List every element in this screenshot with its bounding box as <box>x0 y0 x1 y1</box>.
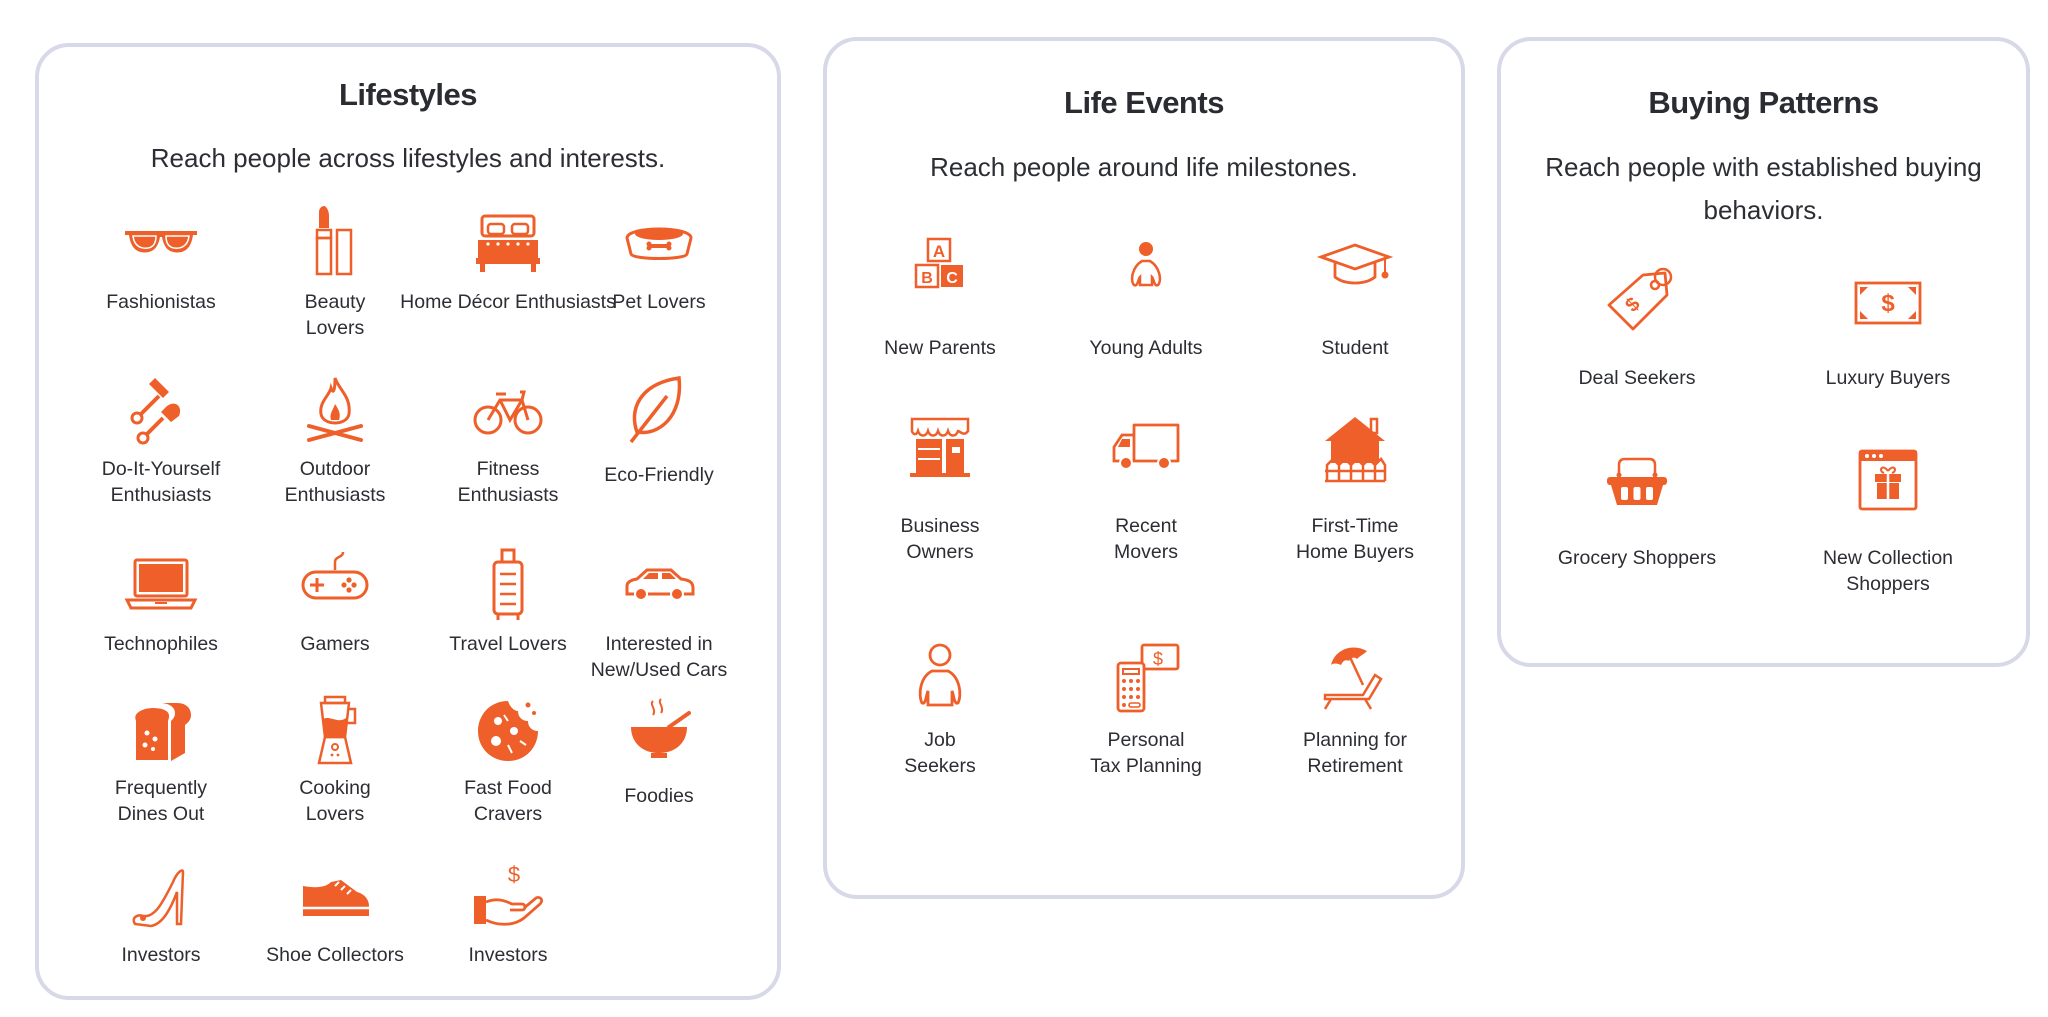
audience-item-label: Luxury Buyers <box>1825 367 1951 389</box>
bicycle-icon <box>468 370 548 450</box>
graduation-cap-icon <box>1315 233 1395 313</box>
card-subtitle: Reach people around life milestones. <box>930 152 1358 182</box>
audience-item-label: New Collection Shoppers <box>1822 547 1954 595</box>
svg-text:C: C <box>946 270 958 287</box>
svg-text:$: $ <box>1621 293 1644 316</box>
storefront-icon <box>900 409 980 489</box>
suitcase-icon <box>468 544 548 624</box>
soup-bowl-icon <box>619 691 699 771</box>
audience-item-label: First-Time Home Buyers <box>1295 515 1415 563</box>
audience-item-label: Pet Lovers <box>612 291 706 313</box>
bed-icon <box>468 200 548 280</box>
person-icon <box>1106 233 1186 313</box>
lifestyles-card: Lifestyles Reach people across lifestyle… <box>35 43 781 1000</box>
svg-text:B: B <box>921 270 933 287</box>
audience-item-label: Student <box>1321 337 1389 359</box>
hand-dollar-icon: $ <box>468 858 548 938</box>
leaf-icon <box>619 370 699 450</box>
audience-item-label: Foodies <box>624 785 694 807</box>
audience-item-label: Planning for Retirement <box>1302 729 1408 777</box>
gift-window-icon <box>1848 441 1928 521</box>
svg-text:$: $ <box>1881 290 1895 317</box>
campfire-icon <box>295 370 375 450</box>
laptop-icon <box>121 544 201 624</box>
audience-item-label: Eco-Friendly <box>604 464 714 486</box>
car-icon <box>619 544 699 624</box>
audience-item-label: Interested in New/Used Cars <box>590 633 728 681</box>
moving-truck-icon <box>1106 409 1186 489</box>
high-heel-icon <box>121 858 201 938</box>
bread-icon <box>121 691 201 771</box>
cookie-icon <box>468 691 548 771</box>
audience-item-label: Investors <box>468 944 548 966</box>
basket-icon <box>1597 441 1677 521</box>
pet-bowl-icon <box>619 200 699 280</box>
svg-text:$: $ <box>1153 649 1163 669</box>
price-tag-icon: $ <box>1597 263 1677 343</box>
lipstick-icon <box>295 200 375 280</box>
gamepad-icon <box>295 544 375 624</box>
garden-tools-icon <box>121 370 201 450</box>
card-title: Lifestyles <box>338 77 478 112</box>
person-outline-icon <box>900 639 980 719</box>
card-subtitle: Reach people across lifestyles and inter… <box>150 143 666 173</box>
svg-text:A: A <box>933 242 945 261</box>
calculator-dollar-icon: $ <box>1106 639 1186 719</box>
banknote-icon: $ <box>1848 263 1928 343</box>
card-title: Buying Patterns <box>1648 85 1879 120</box>
audience-item-label: Deal Seekers <box>1578 367 1696 389</box>
card-title: Life Events <box>1064 85 1224 120</box>
house-icon <box>1315 409 1395 489</box>
sunglasses-icon <box>121 200 201 280</box>
blender-icon <box>295 691 375 771</box>
svg-text:$: $ <box>508 862 520 887</box>
abc-blocks-icon: ABC <box>900 233 980 313</box>
sneaker-icon <box>295 858 375 938</box>
beach-chair-icon <box>1315 639 1395 719</box>
card-subtitle: Reach people with established buying beh… <box>1545 152 1982 225</box>
audience-item-label: Grocery Shoppers <box>1557 547 1717 569</box>
